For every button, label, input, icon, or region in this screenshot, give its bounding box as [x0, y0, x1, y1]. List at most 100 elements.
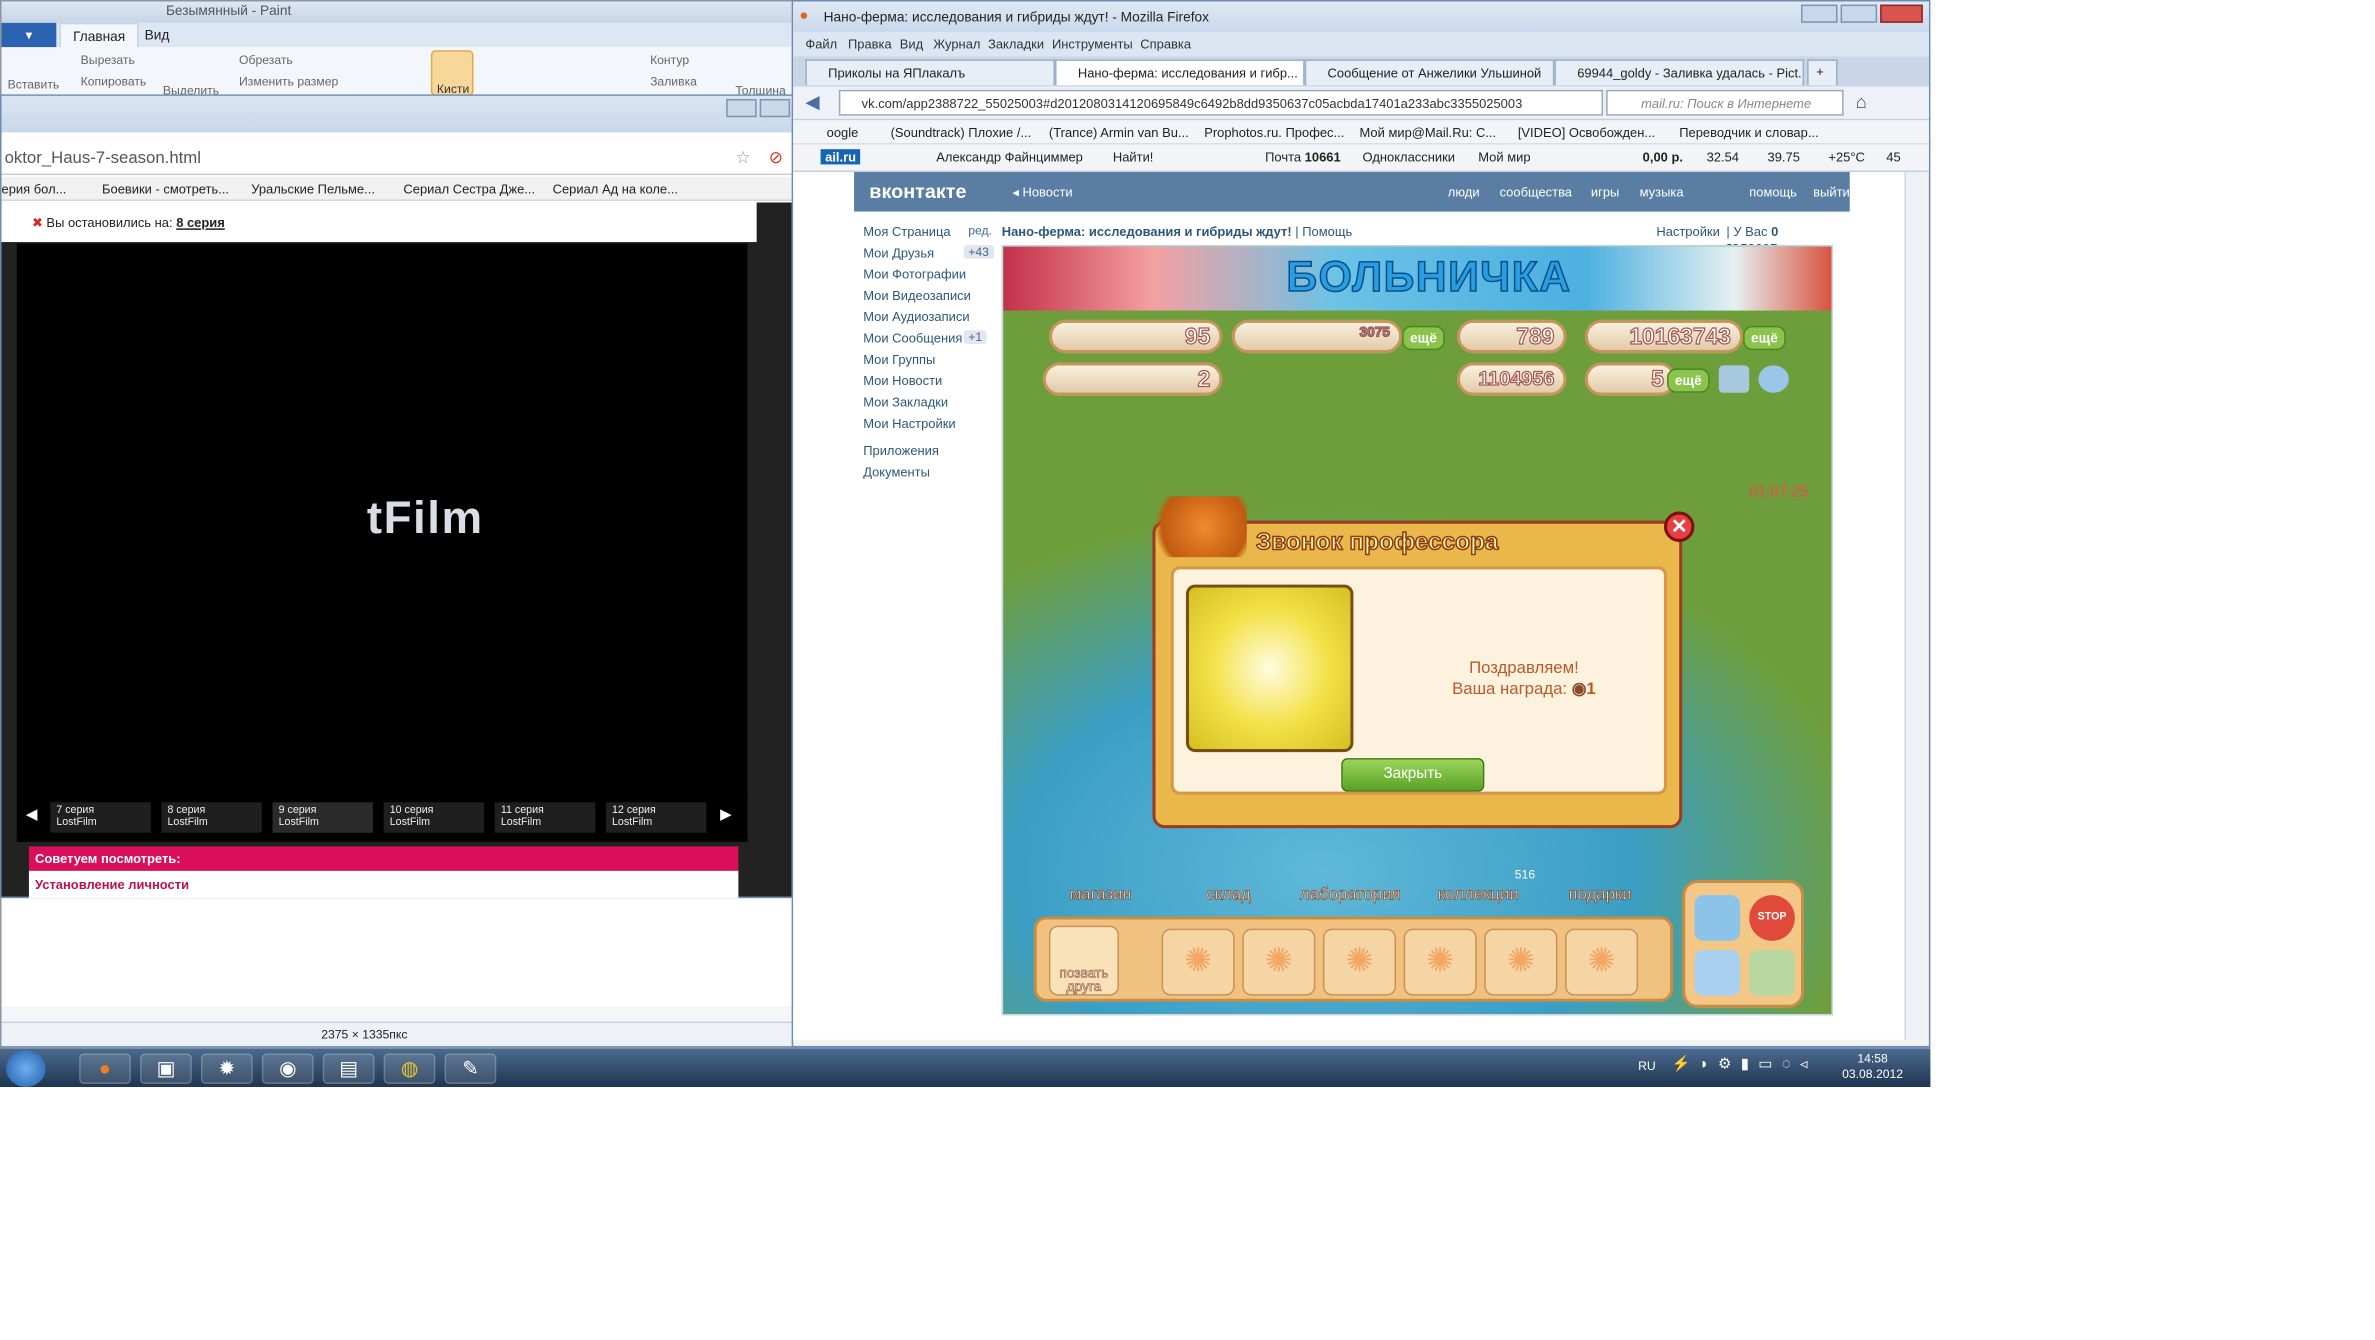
firefox-taskbar-icon[interactable]: ● [79, 1053, 131, 1084]
episode-item[interactable]: 11 серия LostFilm [494, 802, 596, 833]
vk-menu-item[interactable]: Мои Настройки [863, 416, 955, 431]
bookmark-item[interactable]: Мой мир@Mail.Ru: С... [1360, 125, 1497, 140]
close-x-icon[interactable]: ✖ [32, 215, 43, 230]
crop-button[interactable]: Обрезать [239, 53, 293, 67]
resize-button[interactable]: Изменить размер [239, 75, 338, 89]
vk-news-link[interactable]: ◂ Новости [1012, 184, 1072, 201]
vk-menu-item[interactable]: Мои Сообщения [863, 330, 962, 345]
tab-laboratory[interactable]: лаборатория [1289, 862, 1411, 911]
bookmark-item[interactable]: Переводчик и словар... [1679, 125, 1818, 140]
bookmark-item[interactable]: Сериал Ад на коле... [553, 181, 678, 196]
maximize-button[interactable] [759, 98, 791, 118]
vk-menu-edit[interactable]: ред. [964, 224, 997, 238]
paint-file-button[interactable]: ▾ [1, 22, 57, 48]
tab-message[interactable]: Сообщение от Анжелики Ульшиной [1304, 59, 1555, 86]
app-help-link[interactable]: Помощь [1302, 224, 1352, 239]
video-player[interactable]: tFilm [16, 243, 748, 800]
menu-view[interactable]: Вид [900, 37, 923, 52]
resume-link[interactable]: 8 серия [176, 215, 225, 230]
vk-nav-people[interactable]: люди [1448, 184, 1480, 199]
vk-menu-item[interactable]: Приложения [863, 443, 939, 458]
friend-slot[interactable]: ✺ [1161, 928, 1235, 996]
vk-menu-item[interactable]: Мои Фотографии [863, 266, 966, 281]
mailru-ok[interactable]: Одноклассники [1363, 149, 1455, 164]
bookmark-item[interactable]: (Trance) Armin van Bu... [1049, 125, 1189, 140]
vk-nav-music[interactable]: музыка [1640, 184, 1684, 199]
vk-menu-item[interactable]: Моя Страница [863, 224, 950, 239]
mailru-mail[interactable]: Почта 10661 [1265, 149, 1341, 164]
bookmark-item[interactable]: (Soundtrack) Плохие /... [891, 125, 1032, 140]
maximize-button[interactable] [1840, 4, 1878, 23]
dialog-close-button[interactable]: Закрыть [1341, 758, 1485, 792]
folder-taskbar-icon[interactable]: ▤ [322, 1053, 375, 1084]
episode-item[interactable]: 10 серия LostFilm [383, 802, 485, 833]
app-taskbar-icon[interactable]: ▣ [140, 1053, 192, 1084]
mailru-user[interactable]: Александр Файнциммер [936, 149, 1083, 164]
chrome-address-bar[interactable]: oktor_Haus-7-season.html ☆ ⊘ 🔧 [1, 144, 824, 176]
bookmark-item[interactable]: Уральские Пельме... [251, 181, 375, 196]
minimize-button[interactable] [1800, 4, 1838, 23]
bookmark-item[interactable]: [VIDEO] Освобожден... [1518, 125, 1655, 140]
bookmark-item[interactable]: ерия бол... [2, 181, 67, 196]
star-icon[interactable]: ☆ [735, 148, 750, 167]
mailru-mymir[interactable]: Мой мир [1478, 149, 1530, 164]
outline-dropdown[interactable]: Контур [650, 53, 689, 67]
vk-menu-item[interactable]: Мои Видеозаписи [863, 288, 971, 303]
menu-history[interactable]: Журнал [933, 37, 980, 52]
tab-shop[interactable]: магазин [1040, 862, 1162, 911]
menu-bookmarks[interactable]: Закладки [988, 37, 1044, 52]
language-indicator[interactable]: RU [1638, 1060, 1656, 1074]
bookmark-item[interactable]: Prophotos.ru. Профес... [1204, 125, 1344, 140]
recommend-item[interactable]: Установление личности [28, 870, 739, 899]
tab-nanofarm[interactable]: Нано-ферма: исследования и гибр... [1055, 59, 1305, 86]
bookmark-item[interactable]: Сериал Сестра Дже... [403, 181, 535, 196]
cut-button[interactable]: Вырезать [81, 53, 135, 67]
paste-button[interactable]: Вставить [8, 78, 60, 92]
tray-icons[interactable]: ⚡◗⚙▮▭◌◃ [1672, 1057, 1817, 1074]
tab-yaplakal[interactable]: Приколы на ЯПлакалъ [805, 59, 1056, 86]
mailru-brand[interactable]: ail.ru [820, 149, 861, 165]
game-canvas[interactable]: БОЛЬНИЧКА 95 3075 ещё 789 10163743 ещё 2… [1001, 245, 1833, 1016]
copy-button[interactable]: Копировать [81, 75, 147, 89]
fill-dropdown[interactable]: Заливка [650, 75, 697, 89]
vk-menu-item[interactable]: Мои Друзья [863, 245, 934, 260]
rotate-tool-icon[interactable] [1694, 949, 1741, 996]
money-more-button[interactable]: ещё [1743, 325, 1786, 351]
tab-warehouse[interactable]: склад [1168, 862, 1290, 911]
episode-item[interactable]: 8 серия LostFilm [161, 802, 262, 833]
vk-menu-item[interactable]: Мои Группы [863, 352, 935, 367]
menu-file[interactable]: Файл [805, 37, 837, 52]
friend-slot[interactable]: ✺ [1403, 928, 1477, 996]
firefox-scrollbar[interactable] [1904, 172, 1926, 1040]
menu-edit[interactable]: Правка [848, 37, 892, 52]
mouse-taskbar-icon[interactable]: ◉ [261, 1053, 314, 1084]
gold-more-button[interactable]: ещё [1667, 368, 1710, 393]
vk-nav-logout[interactable]: выйти [1813, 184, 1850, 199]
menu-tools[interactable]: Инструменты [1052, 37, 1133, 52]
episode-item[interactable]: 7 серия LostFilm [50, 802, 151, 833]
friend-slot[interactable]: ✺ [1322, 928, 1397, 996]
close-button[interactable] [1880, 4, 1923, 23]
bookmark-item[interactable]: oogle [827, 125, 859, 140]
friend-slot[interactable]: ✺ [1565, 928, 1639, 996]
vk-menu-item[interactable]: Документы [863, 464, 930, 479]
start-button[interactable] [6, 1050, 46, 1087]
dialog-close-icon[interactable]: ✕ [1663, 511, 1695, 542]
tab-home[interactable]: Главная [59, 22, 139, 48]
clock[interactable]: 14:58 03.08.2012 [1842, 1052, 1903, 1082]
energy-more-button[interactable]: ещё [1402, 325, 1445, 351]
vk-menu-item[interactable]: Мои Новости [863, 373, 942, 388]
vk-menu-item[interactable]: Мои Аудиозаписи [863, 309, 969, 324]
gear-taskbar-icon[interactable]: ✹ [200, 1053, 253, 1084]
next-arrow-icon[interactable]: ▶ [720, 807, 732, 824]
tab-gifts[interactable]: подарки [1539, 862, 1661, 911]
tab-view[interactable]: Вид [132, 23, 181, 47]
prev-arrow-icon[interactable]: ◀ [26, 807, 38, 824]
vk-nav-help[interactable]: помощь [1749, 184, 1797, 199]
settings-gear-icon[interactable] [1758, 365, 1789, 393]
window-icon[interactable] [1718, 365, 1750, 393]
episode-item[interactable]: 12 серия LostFilm [605, 802, 707, 833]
tab-pict[interactable]: 69944_goldy - Заливка удалась - Pict... [1554, 59, 1805, 86]
chrome-taskbar-icon[interactable]: ◍ [383, 1053, 436, 1084]
firefox-url-input[interactable]: vk.com/app2388722_55025003#d201208031412… [838, 89, 1604, 116]
